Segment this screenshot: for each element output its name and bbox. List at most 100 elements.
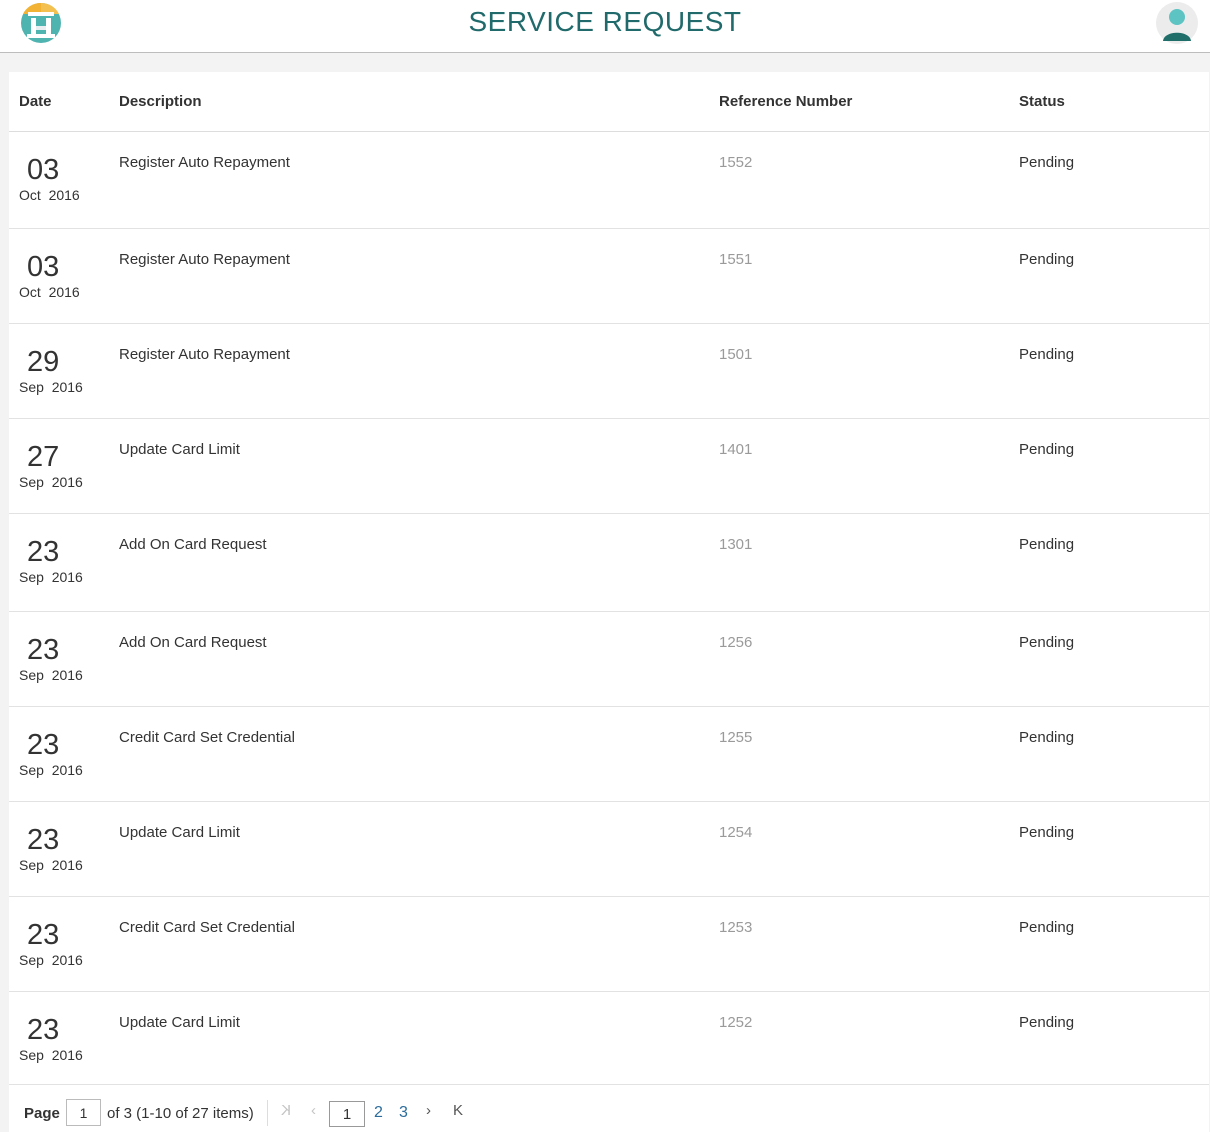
date-month: Sep [19, 474, 44, 490]
column-header-status[interactable]: Status [1019, 93, 1065, 110]
table-header: Date Description Reference Number Status [9, 72, 1209, 132]
next-page-icon[interactable]: › [426, 1102, 431, 1119]
request-description[interactable]: Add On Card Request [119, 634, 267, 651]
date-month-year: Sep 2016 [19, 762, 83, 778]
date-month: Oct [19, 187, 41, 203]
pager-label: Page [24, 1105, 60, 1122]
date-year: 2016 [51, 762, 83, 778]
date-year: 2016 [48, 187, 80, 203]
service-request-table: Date Description Reference Number Status… [9, 72, 1209, 1132]
table-row[interactable]: 23 Sep 2016 Update Card Limit 1252 Pending [9, 992, 1209, 1085]
date-space [41, 187, 49, 203]
reference-number: 1551 [719, 251, 753, 268]
date-month-year: Sep 2016 [19, 379, 83, 395]
user-avatar-icon[interactable] [1155, 1, 1199, 45]
page-title: SERVICE REQUEST [468, 6, 742, 37]
reference-number: 1301 [719, 536, 753, 553]
status-text: Pending [1019, 634, 1075, 651]
date-day: 23 [27, 729, 60, 761]
table-row[interactable]: 23 Sep 2016 Credit Card Set Credential 1255… [9, 707, 1209, 802]
date-year: 2016 [51, 569, 83, 585]
date-space [41, 284, 49, 300]
reference-number: 1255 [719, 729, 753, 746]
date-month-year: Sep 2016 [19, 952, 83, 968]
column-header-description[interactable]: Description [119, 93, 202, 110]
table-row[interactable]: 27 Sep 2016 Update Card Limit 1401 Pending [9, 419, 1209, 514]
request-description[interactable]: Update Card Limit [119, 824, 240, 841]
date-space [44, 379, 52, 395]
date-space [44, 569, 52, 585]
date-month-year: Sep 2016 [19, 569, 83, 585]
page-button-1[interactable]: 1 [329, 1101, 365, 1127]
date-month-year: Sep 2016 [19, 667, 83, 683]
request-description[interactable]: Update Card Limit [119, 441, 240, 458]
date-month-year: Sep 2016 [19, 474, 83, 490]
reference-number: 1256 [719, 634, 753, 651]
date-day: 03 [27, 251, 60, 283]
date-year: 2016 [51, 667, 83, 683]
date-year: 2016 [48, 284, 80, 300]
request-description[interactable]: Register Auto Repayment [119, 346, 290, 363]
date-year: 2016 [51, 857, 83, 873]
status-text: Pending [1019, 729, 1075, 746]
date-month: Sep [19, 667, 44, 683]
date-day: 23 [27, 536, 60, 568]
date-month-year: Sep 2016 [19, 1047, 83, 1063]
date-month: Sep [19, 857, 44, 873]
date-month-year: Sep 2016 [19, 857, 83, 873]
date-day: 27 [27, 441, 60, 473]
date-month: Oct [19, 284, 41, 300]
last-page-icon[interactable]: K [453, 1102, 463, 1119]
column-header-date[interactable]: Date [19, 93, 52, 110]
table-row[interactable]: 23 Sep 2016 Update Card Limit 1254 Pending [9, 802, 1209, 897]
date-space [44, 762, 52, 778]
table-row[interactable]: 23 Sep 2016 Credit Card Set Credential 1253… [9, 897, 1209, 992]
page-button-3[interactable]: 3 [399, 1104, 408, 1122]
request-description[interactable]: Credit Card Set Credential [119, 919, 295, 936]
date-month-year: Oct 2016 [19, 284, 80, 300]
date-day: 29 [27, 346, 60, 378]
date-space [44, 474, 52, 490]
date-month: Sep [19, 952, 44, 968]
status-text: Pending [1019, 824, 1075, 841]
request-description[interactable]: Add On Card Request [119, 536, 267, 553]
table-row[interactable]: 03 Oct 2016 Register Auto Repayment 1552 Pen… [9, 132, 1209, 229]
reference-number: 1254 [719, 824, 753, 841]
date-year: 2016 [51, 474, 83, 490]
request-description[interactable]: Credit Card Set Credential [119, 729, 295, 746]
request-description[interactable]: Register Auto Repayment [119, 154, 290, 171]
reference-number: 1252 [719, 1014, 753, 1031]
pager-divider [267, 1100, 268, 1126]
status-text: Pending [1019, 919, 1075, 936]
date-month: Sep [19, 762, 44, 778]
date-space [44, 667, 52, 683]
pager-info: of 3 (1-10 of 27 items) [107, 1105, 254, 1122]
table-row[interactable]: 03 Oct 2016 Register Auto Repayment 1551 Pen… [9, 229, 1209, 324]
request-description[interactable]: Update Card Limit [119, 1014, 240, 1031]
reference-number: 1552 [719, 154, 753, 171]
date-month: Sep [19, 1047, 44, 1063]
request-description[interactable]: Register Auto Repayment [119, 251, 290, 268]
status-text: Pending [1019, 346, 1075, 363]
date-month: Sep [19, 379, 44, 395]
page-button-2[interactable]: 2 [374, 1104, 383, 1122]
table-row[interactable]: 29 Sep 2016 Register Auto Repayment 1501 Pen… [9, 324, 1209, 419]
first-page-icon[interactable]: K [281, 1102, 291, 1119]
status-text: Pending [1019, 1014, 1075, 1031]
date-month: Sep [19, 569, 44, 585]
prev-page-icon[interactable]: ‹ [311, 1102, 316, 1119]
status-text: Pending [1019, 441, 1075, 458]
date-day: 23 [27, 1014, 60, 1046]
table-row[interactable]: 23 Sep 2016 Add On Card Request 1301 Pending [9, 514, 1209, 612]
page-number-input[interactable]: 1 [66, 1099, 101, 1126]
date-space [44, 1047, 52, 1063]
date-year: 2016 [51, 379, 83, 395]
column-header-reference[interactable]: Reference Number [719, 93, 852, 110]
date-day: 03 [27, 154, 60, 186]
date-day: 23 [27, 824, 60, 856]
table-row[interactable]: 23 Sep 2016 Add On Card Request 1256 Pending [9, 612, 1209, 707]
status-text: Pending [1019, 154, 1075, 171]
date-day: 23 [27, 634, 60, 666]
date-year: 2016 [51, 952, 83, 968]
status-text: Pending [1019, 536, 1075, 553]
